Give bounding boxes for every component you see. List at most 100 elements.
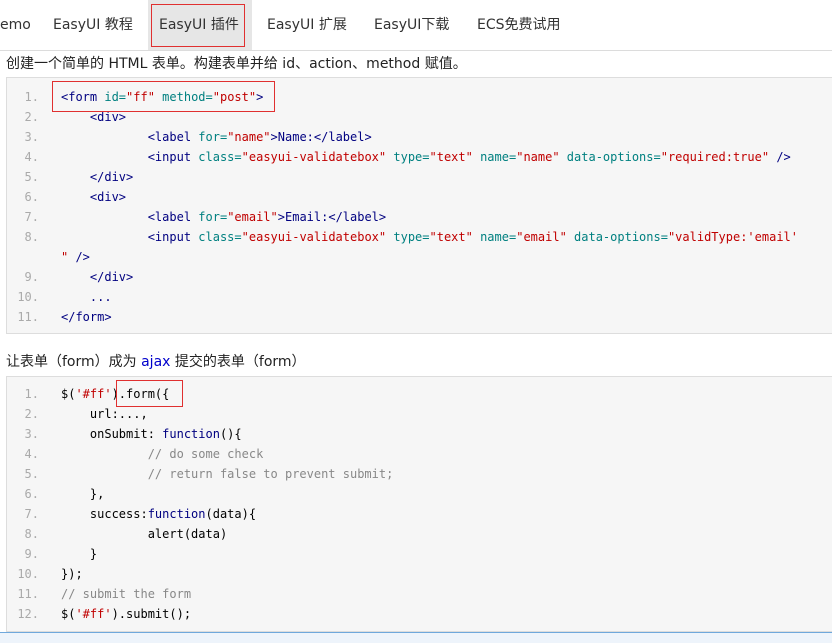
line-number: 5.	[24, 170, 39, 184]
code-token: id=	[104, 90, 127, 104]
line-number: 7.	[24, 507, 39, 521]
tab-easyui-tutorial[interactable]: EasyUI 教程	[53, 0, 133, 50]
line-number: 12.	[17, 607, 39, 621]
line-number: 2.	[24, 110, 39, 124]
code-token: class=	[198, 230, 242, 244]
code-token: for=	[198, 130, 228, 144]
code-token: "post"	[212, 90, 257, 104]
code-token: "email"	[516, 230, 567, 244]
code-token: <label	[61, 210, 199, 224]
code-token: type=	[386, 230, 430, 244]
code-token: "easyui-validatebox"	[241, 230, 387, 244]
code-token: "ff"	[126, 90, 155, 104]
section1-description: 创建一个简单的 HTML 表单。构建表单并给 id、action、method …	[6, 56, 467, 72]
code-line: $('#ff').submit();	[61, 604, 191, 624]
code-token: method=	[154, 90, 213, 104]
code-token: "validType:'email'	[667, 230, 798, 244]
code-token: "required:true"	[660, 150, 770, 164]
line-number: 3.	[24, 130, 39, 144]
line-number: 4.	[24, 150, 39, 164]
line-number: 11.	[17, 587, 39, 601]
code-token: "easyui-validatebox"	[241, 150, 387, 164]
code-line: alert(data)	[61, 527, 228, 541]
code-line: <form id="ff" method="post">	[61, 87, 263, 107]
code-token: for=	[198, 210, 228, 224]
code-line: <div>	[61, 190, 127, 204]
code-token: >Email:</label>	[277, 210, 387, 224]
code-token: class=	[198, 150, 242, 164]
code-token: data-options=	[566, 230, 668, 244]
line-number: 1.	[24, 387, 39, 401]
line-number: 6.	[24, 487, 39, 501]
code-line: <div>	[61, 110, 127, 124]
code-line: </div>	[61, 270, 134, 284]
code-line-wrapped: " />	[61, 247, 90, 267]
code-line: <label for="name">Name:</label>	[61, 127, 372, 147]
code-line: },	[61, 487, 105, 501]
code-token: $(	[61, 387, 76, 401]
code-token: name=	[472, 230, 517, 244]
tab-easyui-download[interactable]: EasyUI下载	[374, 0, 449, 50]
code-token: name=	[472, 150, 517, 164]
code-token: "name"	[227, 130, 271, 144]
line-number: 4.	[24, 447, 39, 461]
line-number: 6.	[24, 190, 39, 204]
code-block-form-ajax: 1. 2. 3. 4. 5. 6. 7. 8. 9. 10. 11. 12. $…	[6, 376, 832, 632]
code-line: <label for="email">Email:</label>	[61, 207, 386, 227]
line-number: 9.	[24, 547, 39, 561]
code-token: "email"	[227, 210, 278, 224]
code-line: $('#ff').form({	[61, 384, 169, 404]
code-token: />	[769, 150, 791, 164]
tab-easyui-extensions[interactable]: EasyUI 扩展	[267, 0, 347, 50]
line-number: 11.	[17, 310, 39, 324]
line-number: 9.	[24, 270, 39, 284]
description-text: 让表单（form）成为	[6, 354, 142, 370]
code-token: $(	[61, 607, 76, 621]
code-line: </div>	[61, 170, 134, 184]
description-text: 提交的表单（form）	[170, 354, 306, 370]
code-token: <input	[61, 230, 199, 244]
code-line-comment: // return false to prevent submit;	[61, 467, 394, 481]
code-token: <label	[61, 130, 199, 144]
code-line: <input class="easyui-validatebox" type="…	[61, 147, 791, 167]
code-line: ...	[61, 290, 112, 304]
code-line: onSubmit: function(){	[61, 424, 242, 444]
code-token: "text"	[429, 230, 473, 244]
code-token: "name"	[516, 150, 560, 164]
code-token: ).form({	[111, 387, 170, 401]
line-number: 7.	[24, 210, 39, 224]
code-token: type=	[386, 150, 430, 164]
code-token: "text"	[429, 150, 473, 164]
code-token: function	[162, 427, 220, 441]
tab-ecs-free-trial[interactable]: ECS免费试用	[477, 0, 561, 50]
code-line: }	[61, 547, 98, 561]
line-number: 10.	[17, 290, 39, 304]
code-line: </form>	[61, 310, 112, 324]
line-number: 8.	[24, 230, 39, 244]
code-token: (){	[219, 427, 242, 441]
code-line: <input class="easyui-validatebox" type="…	[61, 227, 798, 247]
ajax-link[interactable]: ajax	[141, 354, 170, 370]
code-token: <form	[61, 90, 105, 104]
code-token: ).submit();	[111, 607, 192, 621]
line-number: 3.	[24, 427, 39, 441]
tab-easyui-plugins[interactable]: EasyUI 插件	[148, 0, 252, 50]
section2-description: 让表单（form）成为 ajax 提交的表单（form）	[6, 351, 306, 371]
footer-divider	[0, 632, 832, 643]
tab-demo[interactable]: emo	[0, 0, 31, 50]
code-line: url:...,	[61, 407, 148, 421]
code-line: });	[61, 567, 83, 581]
code-token: success:	[61, 507, 148, 521]
code-token: />	[68, 250, 90, 264]
code-token: >	[256, 90, 264, 104]
code-token: '#ff'	[75, 607, 112, 621]
code-token: <input	[61, 150, 199, 164]
code-block-html-form: 1. 2. 3. 4. 5. 6. 7. 8. 9. 10. 11. <form…	[6, 77, 832, 334]
code-token: onSubmit:	[61, 427, 163, 441]
code-line-comment: // submit the form	[61, 587, 192, 601]
code-token: function	[147, 507, 206, 521]
code-line-comment: // do some check	[61, 447, 264, 461]
code-token: (data){	[205, 507, 257, 521]
line-number: 5.	[24, 467, 39, 481]
line-number: 8.	[24, 527, 39, 541]
